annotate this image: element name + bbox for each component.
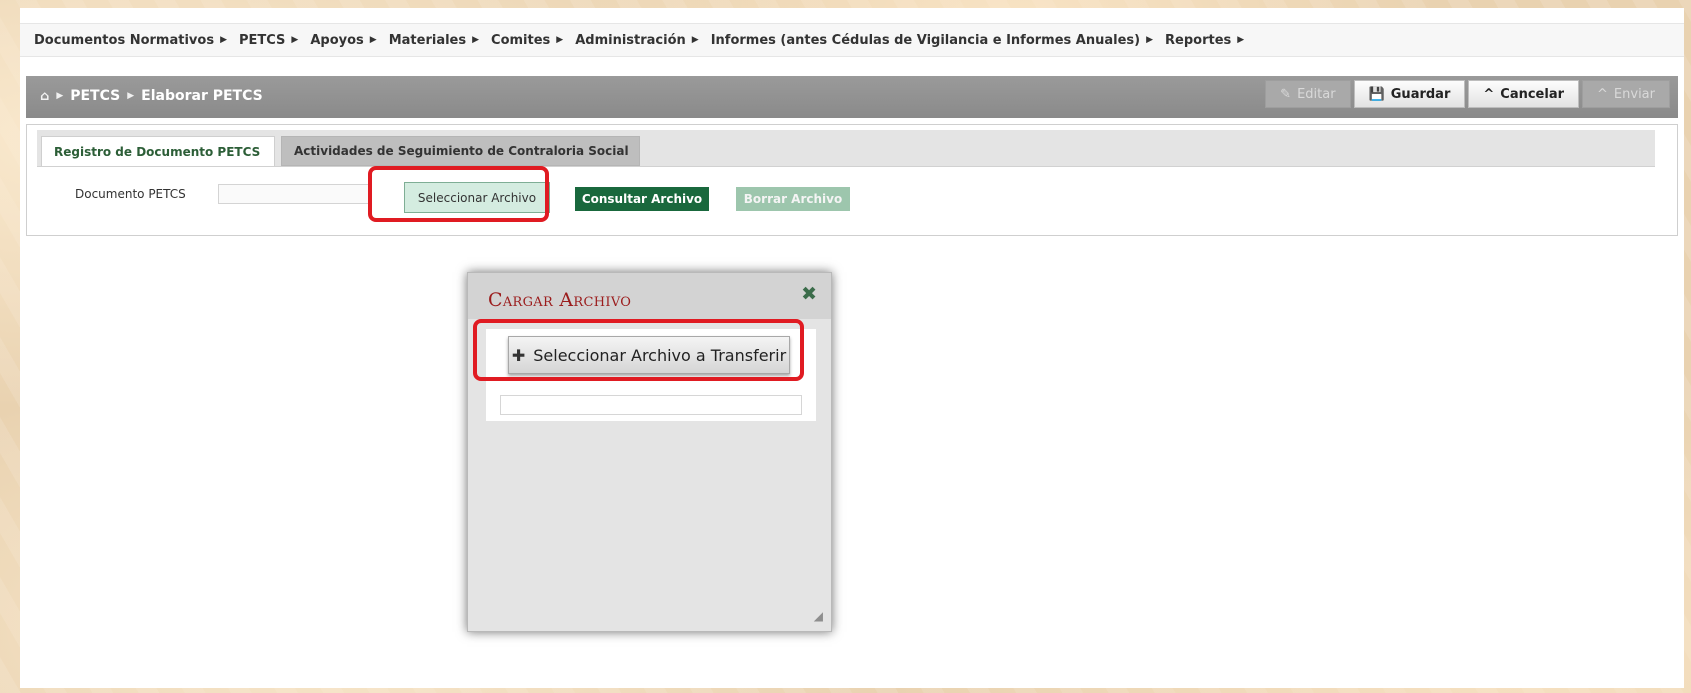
edit-button[interactable]: ✎ Editar (1265, 80, 1351, 108)
menu-item-label: PETCS (239, 32, 286, 48)
caret-right-icon: ▶ (291, 35, 299, 45)
save-button-label: Guardar (1390, 86, 1451, 102)
menu-item-label: Documentos Normativos (34, 32, 215, 48)
caret-right-icon: ▶ (220, 35, 227, 45)
cancel-button-label: Cancelar (1500, 86, 1565, 102)
floppy-icon: 💾 (1368, 86, 1385, 102)
pencil-icon: ✎ (1280, 86, 1292, 102)
menu-item-label: Informes (antes Cédulas de Vigilancia e … (710, 32, 1141, 48)
caret-right-icon: ▶ (1237, 35, 1245, 45)
send-button-label: Enviar (1613, 86, 1655, 102)
highlight-select-file (368, 166, 549, 222)
menu-item-comites[interactable]: Comites ▶ (491, 33, 563, 48)
menu-item-label: Apoyos (310, 32, 364, 48)
upload-file-field[interactable] (500, 395, 802, 415)
consult-file-button[interactable]: Consultar Archivo (575, 187, 709, 211)
caret-right-icon: ▶ (56, 91, 64, 101)
tab-actividades-seguimiento[interactable]: Actividades de Seguimiento de Contralori… (281, 136, 640, 166)
menu-item-administracion[interactable]: Administración ▶ (575, 33, 699, 48)
menu-item-label: Materiales (388, 32, 467, 48)
save-button[interactable]: 💾 Guardar (1353, 80, 1466, 108)
caret-right-icon: ▶ (1146, 35, 1154, 45)
menu-item-apoyos[interactable]: Apoyos ▶ (310, 33, 376, 48)
menu-item-label: Reportes (1165, 32, 1232, 48)
send-button[interactable]: ^ Enviar (1582, 80, 1670, 108)
form-panel: Registro de Documento PETCS Actividades … (26, 124, 1678, 236)
action-toolbar: ✎ Editar 💾 Guardar ^ Cancelar ^ Enviar (1265, 80, 1670, 108)
tab-strip: Registro de Documento PETCS Actividades … (37, 130, 1655, 167)
edit-button-label: Editar (1297, 86, 1336, 102)
breadcrumb-item-elaborar-petcs: Elaborar PETCS (141, 88, 263, 104)
application-page: Documentos Normativos ▶ PETCS ▶ Apoyos ▶ Ma… (20, 8, 1684, 688)
home-icon[interactable]: ⌂ (40, 89, 49, 104)
caret-right-icon: ▶ (691, 35, 699, 45)
dialog-header: Cargar Archivo ✖ (468, 273, 831, 319)
menu-item-label: Administración (575, 32, 686, 48)
caret-right-icon: ▶ (127, 91, 135, 101)
documento-petcs-field[interactable] (218, 184, 370, 204)
menu-item-petcs[interactable]: PETCS ▶ (239, 33, 298, 48)
menu-item-documentos-normativos[interactable]: Documentos Normativos ▶ (34, 33, 227, 48)
breadcrumb: ⌂ ▶ PETCS ▶ Elaborar PETCS (40, 88, 263, 104)
caret-right-icon: ▶ (369, 35, 377, 45)
highlight-upload-button (473, 319, 804, 381)
tab-registro-documento[interactable]: Registro de Documento PETCS (41, 136, 275, 166)
menu-item-reportes[interactable]: Reportes ▶ (1165, 33, 1244, 48)
delete-file-button[interactable]: Borrar Archivo (736, 187, 850, 211)
dialog-title: Cargar Archivo (488, 289, 632, 311)
menu-item-label: Comites (491, 32, 551, 48)
chevron-up-icon: ^ (1597, 86, 1608, 102)
cancel-button[interactable]: ^ Cancelar (1468, 80, 1580, 108)
documento-petcs-label: Documento PETCS (75, 187, 186, 201)
caret-right-icon: ▶ (472, 35, 480, 45)
chevron-up-icon: ^ (1483, 86, 1495, 102)
main-menu: Documentos Normativos ▶ PETCS ▶ Apoyos ▶ Ma… (20, 23, 1684, 57)
resize-handle-icon[interactable]: ◢ (814, 609, 823, 623)
breadcrumb-item-petcs[interactable]: PETCS (70, 88, 120, 104)
close-icon[interactable]: ✖ (801, 283, 817, 305)
menu-item-informes[interactable]: Informes (antes Cédulas de Vigilancia e … (711, 33, 1153, 48)
menu-item-materiales[interactable]: Materiales ▶ (389, 33, 479, 48)
page-header: ⌂ ▶ PETCS ▶ Elaborar PETCS ✎ Editar 💾 Gu… (26, 76, 1678, 118)
caret-right-icon: ▶ (556, 35, 564, 45)
